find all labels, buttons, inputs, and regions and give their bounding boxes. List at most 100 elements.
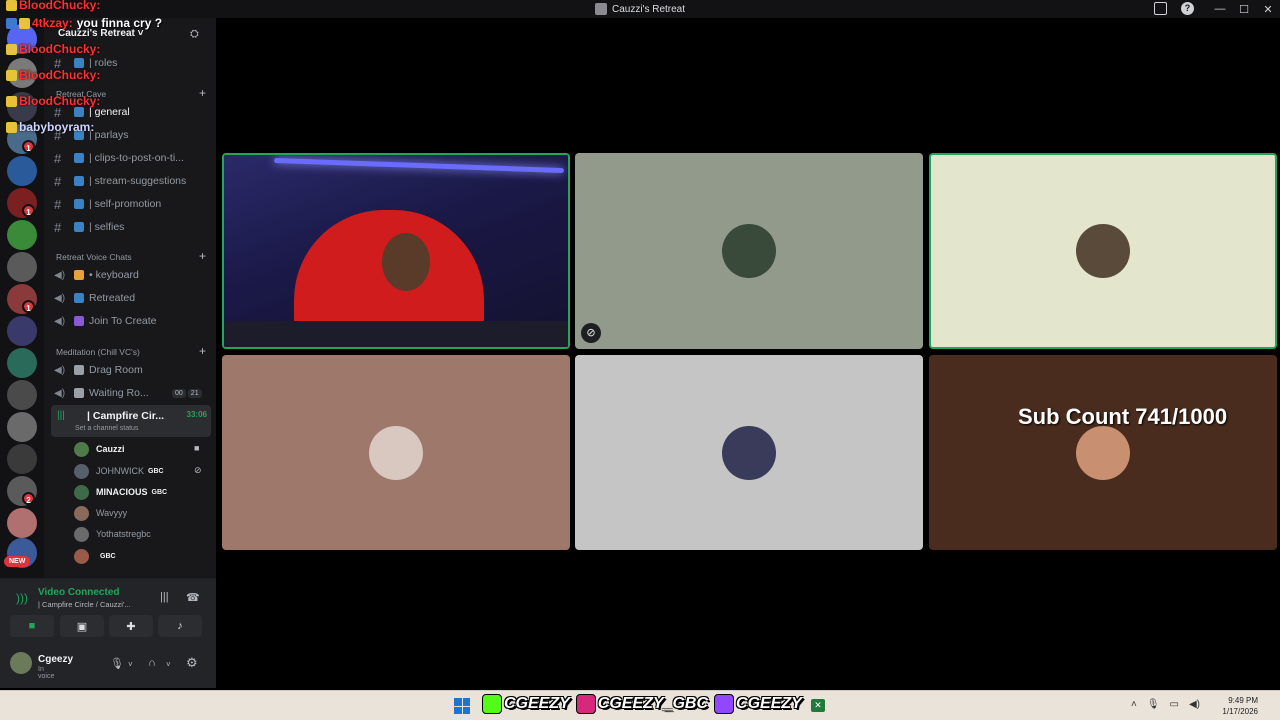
- chat-message: BloodChucky:: [6, 0, 104, 12]
- channel-clips[interactable]: # | clips-to-post-on-ti...: [54, 148, 212, 168]
- channel-selfies[interactable]: # | selfies: [54, 217, 212, 237]
- invite-icon[interactable]: ⛭: [190, 28, 204, 42]
- voice-member[interactable]: Wavyyy: [74, 504, 127, 522]
- video-tile[interactable]: [222, 355, 570, 550]
- channel-self-promotion[interactable]: # | self-promotion: [54, 194, 212, 214]
- window-controls: — ☐ ✕: [1208, 0, 1280, 18]
- server-icon[interactable]: [7, 220, 37, 250]
- server-icon[interactable]: [7, 412, 37, 442]
- server-icon[interactable]: [7, 380, 37, 410]
- voice-channel-drag-room[interactable]: ◀) Drag Room: [54, 360, 212, 380]
- avatar: [1076, 425, 1130, 480]
- server-icon[interactable]: [7, 252, 37, 282]
- video-tile-stream[interactable]: [222, 153, 570, 349]
- inbox-icon[interactable]: [1154, 2, 1167, 15]
- voice-member[interactable]: GBC: [74, 547, 116, 565]
- display-icon[interactable]: ▭: [1170, 699, 1179, 710]
- video-tile[interactable]: ⊘: [575, 153, 923, 349]
- server-icon[interactable]: [7, 508, 37, 538]
- channel-emoji-icon: [74, 316, 84, 326]
- category-meditation[interactable]: Meditation (Chill VC's) +: [56, 345, 206, 357]
- channel-status[interactable]: Set a channel status: [75, 425, 138, 432]
- close-icon[interactable]: ✕: [1256, 3, 1280, 16]
- unread-badge: 2: [22, 492, 35, 505]
- voice-member[interactable]: Cauzzi: [74, 440, 125, 458]
- title-bar-tools: ?: [1154, 2, 1194, 15]
- maximize-icon[interactable]: ☐: [1232, 3, 1256, 16]
- user-panel[interactable]: Cgeezy In voice: [10, 652, 73, 680]
- voice-member[interactable]: Yothatstregbc: [74, 525, 151, 543]
- voice-member[interactable]: JOHNWICK GBC: [74, 462, 164, 480]
- disconnect-icon[interactable]: ☎: [186, 591, 200, 604]
- hash-icon: #: [54, 150, 62, 166]
- xbox-app-icon[interactable]: ✕: [811, 699, 825, 712]
- hash-icon: #: [54, 219, 62, 235]
- help-icon[interactable]: ?: [1181, 2, 1194, 15]
- voice-channel-keyboard[interactable]: ◀) • keyboard: [54, 265, 212, 285]
- minimize-icon[interactable]: —: [1208, 3, 1232, 15]
- system-clock[interactable]: 9:49 PM 1/17/2026: [1222, 695, 1258, 717]
- channel-emoji-icon: [74, 153, 84, 163]
- chat-message: 4tkzay: you finna cry ?: [6, 16, 162, 30]
- chevron-down-icon[interactable]: ˅: [128, 660, 133, 669]
- volume-icon[interactable]: ◀): [1189, 699, 1200, 710]
- camera-icon: ■: [28, 620, 36, 632]
- microphone-icon[interactable]: 🎙: [110, 657, 124, 670]
- signal-icon[interactable]: ))): [16, 591, 28, 605]
- speaker-icon: ◀): [54, 387, 66, 399]
- taskbar: CGEEZY CGEEZY_GBC CGEEZY ✕ ˄ 🎙 ▭ ◀) 9:49…: [0, 690, 1280, 720]
- connection-channel[interactable]: | Campfire Circle / Cauzzi'...: [38, 600, 131, 609]
- hash-icon: #: [54, 173, 62, 189]
- video-tile[interactable]: [929, 153, 1277, 349]
- add-channel-icon[interactable]: +: [199, 87, 206, 99]
- soundboard-icon: ♪: [177, 620, 183, 632]
- app-window: Cauzzi's Retreat ? — ☐ ✕ 1 1 1 2 NEW Cau…: [0, 0, 1280, 720]
- video-tile[interactable]: [929, 355, 1277, 550]
- channel-emoji-icon: [74, 365, 84, 375]
- screen-share-button[interactable]: ▣: [60, 615, 104, 637]
- chevron-up-icon[interactable]: ˄: [1131, 699, 1137, 710]
- avatar: [74, 526, 89, 542]
- microphone-icon[interactable]: 🎙: [1147, 699, 1160, 710]
- unread-badge: 1: [22, 204, 35, 217]
- camera-button[interactable]: ■: [10, 615, 54, 637]
- voice-channel-retreated[interactable]: ◀) Retreated: [54, 288, 212, 308]
- channel-stream-suggestions[interactable]: # | stream-suggestions: [54, 171, 212, 191]
- avatar: [10, 652, 32, 674]
- video-tile[interactable]: [575, 355, 923, 550]
- hash-icon: #: [54, 196, 62, 212]
- avatar: [74, 441, 89, 457]
- guild-tag: GBC: [148, 467, 164, 475]
- speaker-icon: ◀): [54, 292, 66, 304]
- username: Cgeezy: [38, 654, 74, 665]
- chevron-down-icon[interactable]: ˅: [166, 660, 171, 669]
- channel-emoji-icon: [74, 199, 84, 209]
- activities-button[interactable]: ✚: [109, 615, 153, 637]
- server-icon[interactable]: [7, 156, 37, 186]
- channel-emoji-icon: [74, 270, 84, 280]
- server-icon[interactable]: [7, 444, 37, 474]
- channel-emoji-icon: [74, 176, 84, 186]
- voice-channel-campfire-circle[interactable]: ||| | Campfire Cir... 33:06 Set a channe…: [51, 405, 211, 437]
- twitch-icon: [714, 694, 735, 714]
- headphones-icon[interactable]: ∩: [148, 657, 156, 669]
- camera-icon: ■: [194, 443, 200, 453]
- server-icon[interactable]: [7, 348, 37, 378]
- windows-start-icon[interactable]: [454, 698, 470, 714]
- category-voice-chats[interactable]: Retreat Voice Chats +: [56, 250, 206, 262]
- speaker-icon: ◀): [54, 364, 66, 376]
- connection-status: Video Connected: [38, 587, 120, 598]
- add-channel-icon[interactable]: +: [199, 250, 206, 262]
- voice-channel-join-to-create[interactable]: ◀) Join To Create: [54, 311, 212, 331]
- server-icon[interactable]: [7, 316, 37, 346]
- settings-gear-icon[interactable]: ⚙: [186, 655, 198, 671]
- channel-emoji-icon: [74, 222, 84, 232]
- kick-handle: CGEEZY: [482, 694, 570, 714]
- voice-member[interactable]: MINACIOUS GBC: [74, 483, 167, 501]
- add-channel-icon[interactable]: +: [199, 345, 206, 357]
- webcam-feed: [224, 155, 568, 347]
- soundboard-button[interactable]: ♪: [158, 615, 202, 637]
- waiting-room-counts: 00 21: [172, 389, 202, 398]
- speaker-icon: ◀): [54, 315, 66, 327]
- noise-suppression-icon[interactable]: |||: [160, 591, 169, 603]
